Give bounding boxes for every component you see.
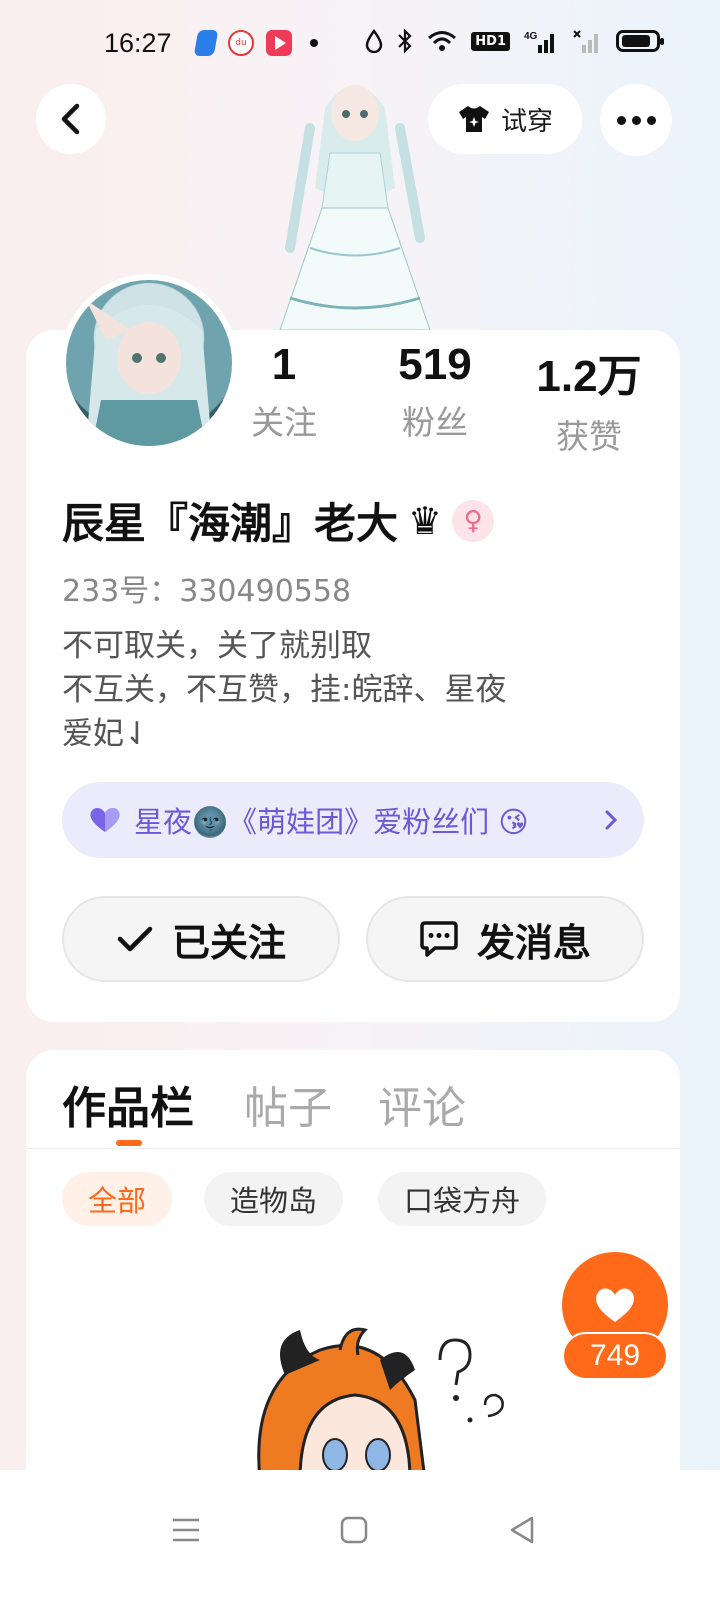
like-count: 749 xyxy=(562,1332,668,1380)
avatar[interactable] xyxy=(60,274,238,452)
chat-bubble-icon xyxy=(420,921,458,957)
crown-icon: ♛ xyxy=(408,498,443,543)
try-on-button[interactable]: 试穿 xyxy=(428,84,582,154)
heart-icon xyxy=(596,1288,634,1322)
message-label: 发消息 xyxy=(476,920,591,965)
square-icon xyxy=(340,1516,368,1544)
mascot-illustration xyxy=(257,1327,504,1480)
tab-comments[interactable]: 评论 xyxy=(378,1072,466,1136)
dot-icon xyxy=(310,39,318,47)
battery-icon xyxy=(616,30,664,52)
fan-group-bar[interactable]: 星夜🌚《萌娃团》爱粉丝们 😘 xyxy=(62,782,644,858)
bio-line: 不可取关，关了就别取 xyxy=(62,628,372,664)
chevron-right-icon xyxy=(605,810,618,830)
chip-all[interactable]: 全部 xyxy=(62,1172,173,1226)
tab-posts[interactable]: 帖子 xyxy=(244,1072,332,1136)
followed-button[interactable]: 已关注 xyxy=(62,896,340,982)
chip-pocket-ark[interactable]: 口袋方舟 xyxy=(378,1172,547,1226)
status-indicators: HD1 4G xyxy=(365,28,664,54)
followed-label: 已关注 xyxy=(171,920,286,965)
check-icon xyxy=(117,926,153,952)
bio-line: 不互关，不互赞，挂:皖辞、星夜 xyxy=(62,672,507,708)
status-app-icons: du xyxy=(193,30,318,56)
menu-icon xyxy=(173,1518,199,1542)
heart-icon xyxy=(90,807,120,832)
system-nav-bar xyxy=(0,1470,720,1600)
blue-app-icon xyxy=(193,30,219,56)
home-nav-button[interactable] xyxy=(324,1500,384,1560)
stat-fans-value: 519 xyxy=(398,340,472,389)
avatar-image xyxy=(66,280,232,446)
wifi-icon xyxy=(428,31,457,51)
bluetooth-icon xyxy=(398,28,412,54)
video-app-icon xyxy=(266,30,292,56)
stat-following-label: 关注 xyxy=(251,403,317,442)
stat-fans-label: 粉丝 xyxy=(402,403,468,442)
more-dots-icon xyxy=(646,115,656,125)
tshirt-icon xyxy=(458,106,489,132)
avatar-figure-image[interactable] xyxy=(270,68,440,338)
bio: 不可取关，关了就别取 不互关，不互赞，挂:皖辞、星夜 爱妃⇃ xyxy=(62,624,622,756)
menu-nav-button[interactable] xyxy=(156,1500,216,1560)
more-button[interactable] xyxy=(600,84,672,156)
stat-following[interactable]: 1 关注 xyxy=(234,340,334,444)
user-id[interactable]: 233号：330490558 xyxy=(62,566,351,610)
stat-likes[interactable]: 1.2万 获赞 xyxy=(524,340,654,458)
triangle-back-icon xyxy=(510,1516,534,1544)
du-app-icon: du xyxy=(228,30,254,56)
fan-group-label: 星夜🌚《萌娃团》爱粉丝们 😘 xyxy=(134,805,529,839)
drop-icon xyxy=(366,29,383,53)
stat-following-value: 1 xyxy=(271,340,297,389)
divider xyxy=(26,1148,680,1149)
chip-creation-island[interactable]: 造物岛 xyxy=(204,1172,344,1226)
hd-icon: HD1 xyxy=(471,31,510,51)
chevron-left-icon xyxy=(61,103,80,135)
more-dots-icon xyxy=(616,115,626,125)
signal-4g-icon: 4G xyxy=(524,31,554,53)
try-on-label: 试穿 xyxy=(500,106,553,137)
bio-line: 爱妃⇃ xyxy=(62,716,150,752)
back-button[interactable] xyxy=(36,84,106,154)
svg-text:4G: 4G xyxy=(524,31,538,42)
status-time: 16:27 xyxy=(104,28,172,58)
username-row: 辰星『海潮』老大 ♛ ♀ xyxy=(62,490,495,551)
more-dots-icon xyxy=(631,115,641,125)
tab-works[interactable]: 作品栏 xyxy=(62,1072,194,1136)
stat-likes-label: 获赞 xyxy=(556,417,622,456)
signal-empty-icon xyxy=(573,30,598,53)
stat-fans[interactable]: 519 粉丝 xyxy=(380,340,490,444)
stat-likes-value: 1.2万 xyxy=(536,352,642,401)
tab-active-indicator xyxy=(116,1140,142,1146)
back-nav-button[interactable] xyxy=(492,1500,552,1560)
female-gender-icon: ♀ xyxy=(452,499,495,542)
username: 辰星『海潮』老大 xyxy=(62,499,399,548)
message-button[interactable]: 发消息 xyxy=(366,896,644,982)
